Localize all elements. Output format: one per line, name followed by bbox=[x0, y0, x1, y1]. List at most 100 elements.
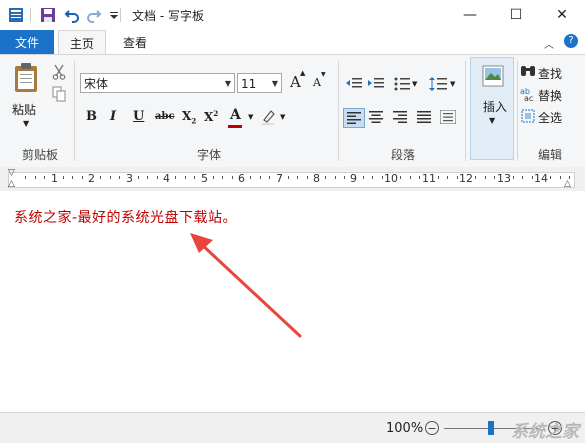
window-title: 文档 - 写字板 bbox=[132, 9, 204, 23]
decrease-indent-icon[interactable] bbox=[344, 75, 364, 93]
chevron-down-icon[interactable]: ▼ bbox=[412, 80, 417, 88]
chevron-down-icon: ▼ bbox=[271, 79, 278, 88]
right-indent-marker[interactable]: △ bbox=[564, 179, 571, 189]
copy-icon[interactable] bbox=[50, 85, 68, 103]
ruler-number: 8 bbox=[313, 172, 320, 185]
align-left-button[interactable] bbox=[343, 108, 365, 128]
justify-button[interactable] bbox=[414, 108, 434, 126]
find-button[interactable]: 查找 bbox=[538, 65, 562, 82]
ruler-number: 2 bbox=[88, 172, 95, 185]
chevron-down-icon[interactable]: ▼ bbox=[450, 80, 455, 88]
ribbon: 粘贴 ▼ 剪贴板 宋体 ▼ 11 ▼ A ▲ A ▼ B I U abc X2 … bbox=[0, 54, 585, 168]
tab-view[interactable]: 查看 bbox=[112, 30, 158, 54]
font-size-select[interactable]: 11 ▼ bbox=[237, 73, 282, 93]
cut-icon[interactable] bbox=[50, 63, 68, 81]
replace-button[interactable]: 替换 bbox=[538, 87, 562, 104]
italic-button[interactable]: I bbox=[110, 109, 116, 124]
select-all-button[interactable]: 全选 bbox=[538, 109, 562, 126]
help-icon[interactable]: ? bbox=[564, 34, 578, 48]
shrink-font-button[interactable]: A bbox=[313, 76, 321, 89]
ruler-tick bbox=[531, 176, 533, 179]
redo-icon[interactable] bbox=[84, 5, 104, 25]
ruler-tick bbox=[119, 176, 121, 179]
font-family-select[interactable]: 宋体 ▼ bbox=[80, 73, 235, 93]
chevron-down-icon: ▼ bbox=[489, 116, 496, 125]
ruler-tick bbox=[250, 176, 252, 179]
insert-button[interactable]: 插入 ▼ bbox=[470, 57, 514, 160]
ruler-tick bbox=[409, 176, 411, 179]
minimize-button[interactable]: — bbox=[447, 0, 493, 30]
ruler[interactable]: ▽ △ △ 1 2 3 4 5 6 7 8 9 10 11 12 13 14 bbox=[0, 167, 585, 191]
ruler-number: 10 bbox=[384, 172, 398, 185]
group-separator bbox=[74, 61, 75, 161]
ruler-tick bbox=[400, 176, 402, 179]
clipboard-group-label: 剪贴板 bbox=[21, 148, 58, 162]
subscript-button[interactable]: X2 bbox=[182, 109, 196, 125]
watermark-logo: 系统之家 bbox=[511, 422, 579, 442]
ruler-tick bbox=[156, 176, 158, 179]
highlight-icon[interactable] bbox=[260, 108, 276, 126]
tab-home[interactable]: 主页 bbox=[58, 30, 106, 55]
ruler-tick bbox=[269, 176, 271, 179]
ruler-tick bbox=[25, 176, 27, 179]
font-size-value: 11 bbox=[241, 77, 257, 91]
ruler-tick bbox=[456, 176, 458, 179]
select-all-icon[interactable] bbox=[520, 108, 536, 124]
strikethrough-button[interactable]: abc bbox=[155, 111, 175, 122]
underline-button[interactable]: U bbox=[133, 109, 144, 124]
chevron-down-icon[interactable]: ▼ bbox=[248, 113, 253, 121]
find-icon[interactable] bbox=[520, 64, 536, 80]
first-line-indent-marker[interactable]: ▽ bbox=[8, 168, 15, 178]
ruler-number: 5 bbox=[201, 172, 208, 185]
line-spacing-icon[interactable] bbox=[428, 75, 448, 93]
ruler-tick bbox=[175, 176, 177, 179]
align-center-button[interactable] bbox=[366, 108, 386, 126]
ruler-tick bbox=[512, 176, 514, 179]
save-icon[interactable] bbox=[38, 5, 58, 25]
bullet-list-icon[interactable] bbox=[392, 75, 412, 93]
zoom-out-button[interactable]: − bbox=[425, 421, 439, 435]
paste-icon[interactable] bbox=[10, 61, 42, 95]
ruler-tick bbox=[447, 176, 449, 179]
ruler-number: 6 bbox=[238, 172, 245, 185]
status-bar: 100% − + 系统之家 bbox=[0, 412, 585, 443]
editing-group-label: 编辑 bbox=[537, 148, 562, 162]
font-group-label: 字体 bbox=[196, 148, 221, 162]
svg-text:ac: ac bbox=[524, 94, 533, 102]
paste-dropdown-icon[interactable]: ▼ bbox=[23, 119, 29, 128]
subscript-letter: X bbox=[182, 109, 192, 123]
superscript-button[interactable]: X2 bbox=[204, 109, 218, 124]
increase-indent-icon[interactable] bbox=[366, 75, 386, 93]
group-separator bbox=[338, 61, 339, 161]
paragraph-settings-icon[interactable] bbox=[438, 108, 458, 126]
ruler-number: 3 bbox=[126, 172, 133, 185]
zoom-slider-thumb[interactable] bbox=[488, 421, 494, 435]
shrink-arrow-icon: ▼ bbox=[321, 71, 326, 78]
ruler-tick bbox=[44, 176, 46, 179]
font-color-button[interactable]: A bbox=[230, 107, 241, 123]
maximize-button[interactable]: ☐ bbox=[493, 0, 539, 30]
ruler-number: 1 bbox=[51, 172, 58, 185]
ruler-tick bbox=[362, 176, 364, 179]
tab-file[interactable]: 文件 bbox=[0, 30, 54, 54]
undo-icon[interactable] bbox=[62, 5, 82, 25]
ruler-tick bbox=[231, 176, 233, 179]
chevron-down-icon[interactable]: ▼ bbox=[280, 113, 285, 121]
ruler-tick bbox=[550, 176, 552, 179]
wordpad-app-icon[interactable] bbox=[6, 5, 26, 25]
align-right-button[interactable] bbox=[390, 108, 410, 126]
ruler-tick bbox=[419, 176, 421, 179]
ruler-tick bbox=[109, 176, 111, 179]
ruler-tick bbox=[100, 176, 102, 179]
collapse-ribbon-icon[interactable]: ︿ bbox=[544, 36, 554, 51]
bold-button[interactable]: B bbox=[86, 109, 97, 124]
replace-icon[interactable]: ab ac bbox=[520, 86, 536, 102]
customize-toolbar-icon[interactable] bbox=[104, 5, 124, 25]
document-area[interactable]: 系统之家-最好的系统光盘下载站。 bbox=[0, 191, 585, 412]
left-indent-marker[interactable]: △ bbox=[8, 179, 15, 189]
ruler-tick bbox=[381, 176, 383, 179]
paste-button[interactable]: 粘贴 bbox=[12, 101, 36, 118]
ruler-number: 14 bbox=[534, 172, 548, 185]
close-button[interactable]: ✕ bbox=[539, 0, 585, 30]
annotation-arrow bbox=[190, 233, 302, 338]
